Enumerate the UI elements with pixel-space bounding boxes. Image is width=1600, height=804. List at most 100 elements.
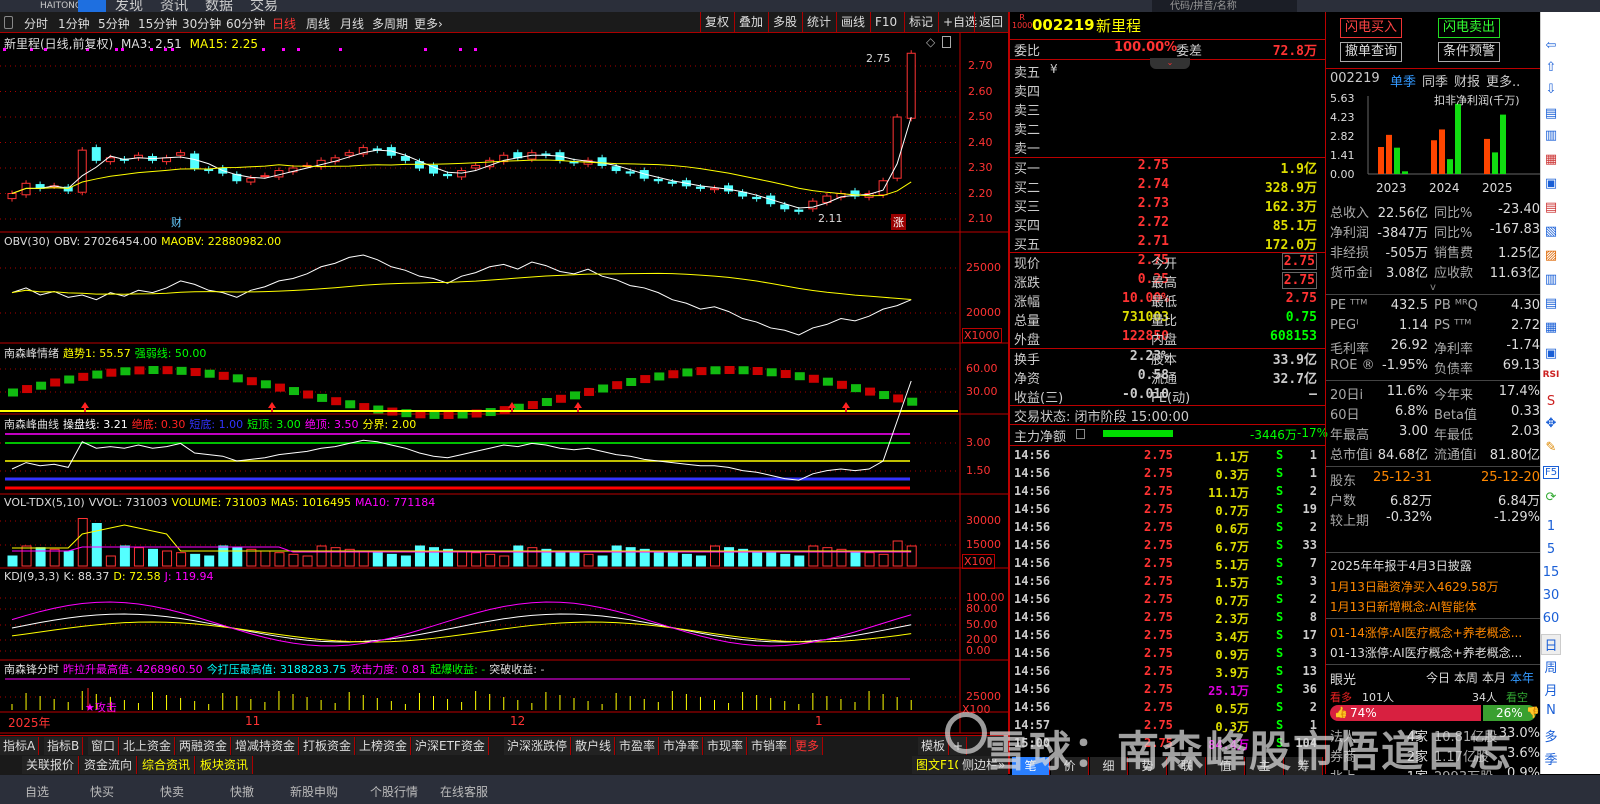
vision-tab-3[interactable]: 本年: [1510, 669, 1534, 686]
doc-icon[interactable]: ▤: [1541, 296, 1561, 311]
period-shortcut-2[interactable]: 15: [1541, 565, 1561, 580]
mood-block: [710, 366, 721, 375]
bar-chart-icon[interactable]: ▦: [1541, 152, 1561, 167]
buy-row[interactable]: 买三 2.73 162.3万: [1014, 196, 1319, 215]
buy-row[interactable]: 买五 2.71 172.0万: [1014, 234, 1319, 253]
vision-tab-2[interactable]: 本月: [1482, 669, 1506, 686]
expand-chevron-icon[interactable]: v: [1430, 282, 1436, 293]
buy-row[interactable]: 买一 2.75 1.9亿: [1014, 158, 1319, 177]
grid-icon[interactable]: ▣: [1541, 176, 1561, 191]
folder-icon[interactable]: ▨: [1541, 248, 1561, 263]
s-icon[interactable]: S: [1541, 394, 1561, 409]
volume-bar: [695, 555, 706, 567]
buy-row[interactable]: 买二 2.74 328.9万: [1014, 177, 1319, 196]
list-view-icon[interactable]: ▥: [1541, 272, 1561, 287]
back-arrow-icon[interactable]: ⇦: [1541, 38, 1561, 53]
news-item[interactable]: 1月13日融资净买入4629.58万: [1330, 578, 1538, 595]
template-tab[interactable]: 模板: [918, 737, 950, 755]
volume-bar: [780, 553, 791, 567]
panel-collapse-icon[interactable]: [942, 36, 951, 48]
move-icon[interactable]: ✥: [1541, 416, 1561, 431]
period-shortcut-7[interactable]: 月: [1541, 680, 1561, 699]
statusbar-item-3[interactable]: 快撤: [230, 783, 254, 800]
indicator-tab-3[interactable]: 北上资金: [120, 737, 176, 755]
info-tab-3[interactable]: 板块资讯: [196, 756, 254, 774]
rsi-icon[interactable]: RSI: [1541, 370, 1561, 380]
limit-up-badge[interactable]: 涨: [891, 214, 906, 230]
indicator-tab-5[interactable]: 增减持资金: [232, 737, 300, 755]
sell-row[interactable]: 卖五: [1014, 62, 1319, 81]
search-input[interactable]: [1152, 0, 1297, 12]
thumbs-down-icon[interactable]: 👎: [1526, 706, 1540, 719]
info-tab-2[interactable]: 综合资讯: [138, 756, 196, 774]
indicator-tab-10[interactable]: 散户线: [572, 737, 616, 755]
diamond-icon[interactable]: ◇: [926, 35, 935, 49]
volume-bar: [653, 550, 664, 567]
period-shortcut-9[interactable]: 多: [1541, 726, 1561, 745]
news-item[interactable]: 1月13日新增概念:AI智能体: [1330, 598, 1538, 615]
condition-alert-button[interactable]: 条件预警: [1438, 42, 1500, 62]
report-icon[interactable]: ▤: [1541, 106, 1561, 121]
news-item[interactable]: 01-14涨停:AI医疗概念+养老概念...: [1330, 624, 1538, 641]
indicator-tab-9[interactable]: 沪深涨跌停: [504, 737, 572, 755]
flash-sell-button[interactable]: 闪电卖出: [1438, 18, 1500, 38]
indicator-tab-4[interactable]: 两融资金: [176, 737, 232, 755]
trade-price: 2.75: [1144, 574, 1173, 588]
period-shortcut-3[interactable]: 30: [1541, 588, 1561, 603]
book-icon[interactable]: ▦: [1541, 320, 1561, 335]
trade-row: 14:56 2.75 5.1万 S 7: [1014, 556, 1319, 574]
news-item[interactable]: 01-13涨停:AI医疗概念+养老概念...: [1330, 644, 1538, 661]
sell-row[interactable]: 卖三: [1014, 100, 1319, 119]
yuan-icon: ¥: [1050, 62, 1058, 76]
statusbar-item-5[interactable]: 个股行情: [370, 783, 418, 800]
holder-v1: 6.82万: [1390, 494, 1432, 509]
f5-icon[interactable]: F5: [1543, 466, 1559, 479]
indicator-tab-11[interactable]: 市盈率: [616, 737, 660, 755]
chart-icon[interactable]: ▥: [1541, 128, 1561, 143]
up-arrow-icon[interactable]: ⇧: [1541, 60, 1561, 75]
indicator-tab-15[interactable]: 更多: [792, 737, 824, 755]
sell-row[interactable]: 卖一: [1014, 138, 1319, 157]
contacts-icon[interactable]: ▣: [1541, 346, 1561, 361]
info-tab-0[interactable]: 关联报价: [22, 756, 80, 774]
news-item[interactable]: 2025年年报于4月3日披露: [1330, 557, 1538, 574]
indicator-tab-14[interactable]: 市销率: [748, 737, 792, 755]
indicator-tab-2[interactable]: 窗口: [88, 737, 120, 755]
down-arrow-icon[interactable]: ⇩: [1541, 82, 1561, 97]
finance-badge[interactable]: 财: [171, 214, 182, 230]
indicator-tab-1[interactable]: 指标B: [44, 737, 84, 755]
calendar-icon[interactable]: ▤: [1541, 200, 1561, 215]
period-shortcut-0[interactable]: 1: [1541, 519, 1561, 534]
indicator-tab-12[interactable]: 市净率: [660, 737, 704, 755]
info-tab-1[interactable]: 资金流向: [80, 756, 138, 774]
statusbar-item-2[interactable]: 快卖: [160, 783, 184, 800]
indicator-tab-6[interactable]: 打板资金: [300, 737, 356, 755]
wc-value: 72.8万: [1272, 44, 1317, 59]
indicator-tab-0[interactable]: 指标A: [0, 737, 40, 755]
list-icon[interactable]: [1076, 429, 1085, 439]
sell-row[interactable]: 卖二: [1014, 119, 1319, 138]
indicator-tab-8[interactable]: 沪深ETF资金: [412, 737, 489, 755]
refresh-icon[interactable]: ⟳: [1541, 490, 1561, 505]
flash-buy-button[interactable]: 闪电买入: [1340, 18, 1402, 38]
table-icon[interactable]: ▧: [1541, 224, 1561, 239]
period-shortcut-1[interactable]: 5: [1541, 542, 1561, 557]
vision-tab-0[interactable]: 今日: [1426, 669, 1450, 686]
period-shortcut-10[interactable]: 季: [1541, 749, 1561, 768]
kline-chart[interactable]: [0, 0, 1008, 735]
statusbar-item-1[interactable]: 快买: [90, 783, 114, 800]
statusbar-item-6[interactable]: 在线客服: [440, 783, 488, 800]
indicator-tab-13[interactable]: 市现率: [704, 737, 748, 755]
statusbar-item-4[interactable]: 新股申购: [290, 783, 338, 800]
sell-row[interactable]: 卖四: [1014, 81, 1319, 100]
period-shortcut-4[interactable]: 60: [1541, 611, 1561, 626]
indicator-tab-7[interactable]: 上榜资金: [356, 737, 412, 755]
pencil-icon[interactable]: ✎: [1541, 440, 1561, 455]
vision-tab-1[interactable]: 本周: [1454, 669, 1478, 686]
period-shortcut-6[interactable]: 周: [1541, 657, 1561, 676]
buy-row[interactable]: 买四 2.72 85.1万: [1014, 215, 1319, 234]
period-shortcut-8[interactable]: N: [1541, 703, 1561, 718]
statusbar-item-0[interactable]: 自选: [25, 783, 49, 800]
period-shortcut-5[interactable]: 日: [1541, 634, 1561, 655]
cancel-query-button[interactable]: 撤单查询: [1340, 42, 1402, 62]
